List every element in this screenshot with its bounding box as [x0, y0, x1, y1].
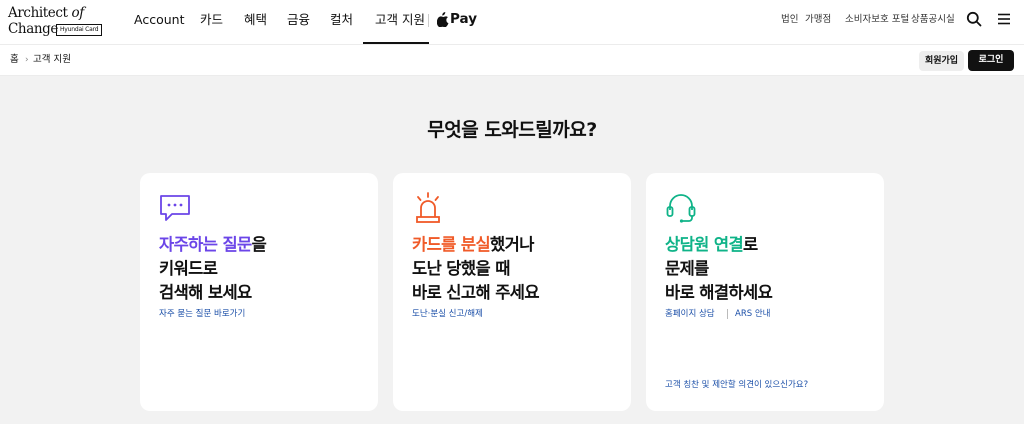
faq-card-line3: 검색해 보세요 — [159, 283, 252, 302]
lost-card-line3: 바로 신고해 주세요 — [412, 283, 540, 302]
apple-icon[interactable] — [437, 12, 449, 27]
logo-text-change: Change — [8, 21, 58, 37]
nav-divider — [428, 14, 429, 27]
faq-card-heading: 자주하는 질문을 키워드로 검색해 보세요 — [159, 233, 267, 305]
siren-icon — [416, 192, 440, 223]
faq-card-line1-rest: 을 — [251, 235, 267, 254]
faq-card-highlight: 자주하는 질문 — [159, 235, 252, 254]
util-corporate[interactable]: 법인 — [781, 14, 798, 26]
nav-card[interactable]: 카드 — [200, 12, 223, 28]
faq-link[interactable]: 자주 묻는 질문 바로가기 — [159, 309, 245, 320]
nav-customer-support[interactable]: 고객 지원 — [375, 12, 425, 28]
nav-finance[interactable]: 금융 — [287, 12, 310, 28]
breadcrumb-current: 고객 지원 — [33, 54, 71, 65]
util-merchant[interactable]: 가맹점 — [805, 14, 831, 26]
logo[interactable]: Architect of Change Hyundai Card — [8, 5, 108, 39]
util-consumer-portal[interactable]: 소비자보호 포털 — [845, 14, 909, 26]
menu-icon[interactable] — [996, 11, 1012, 27]
login-button[interactable]: 로그인 — [968, 50, 1014, 71]
breadcrumb-separator: › — [25, 55, 29, 65]
consultant-card[interactable]: 상담원 연결로 문제를 바로 해결하세요 홈페이지 상담 ARS 안내 고객 칭… — [646, 173, 884, 411]
consultant-card-line1-rest: 로 — [743, 235, 758, 254]
lost-card-line2: 도난 당했을 때 — [412, 259, 510, 278]
lost-card-report-link[interactable]: 도난·분실 신고/해제 — [412, 309, 483, 320]
breadcrumb: 홈 › 고객 지원 회원가입 로그인 — [0, 44, 1024, 76]
page-title: 무엇을 도와드릴까요? — [427, 119, 597, 141]
breadcrumb-home[interactable]: 홈 — [10, 54, 19, 66]
search-icon[interactable] — [966, 11, 982, 27]
nav-benefit[interactable]: 혜택 — [244, 12, 267, 28]
lost-card-heading: 카드를 분실했거나 도난 당했을 때 바로 신고해 주세요 — [412, 233, 540, 305]
ars-guide-link[interactable]: ARS 안내 — [735, 309, 770, 320]
feedback-link[interactable]: 고객 칭찬 및 제안할 의견이 있으신가요? — [665, 380, 808, 391]
global-header: Architect of Change Hyundai Card Account… — [0, 0, 1024, 44]
consultant-card-line2: 문제를 — [665, 259, 709, 278]
lost-card-highlight: 카드를 분실 — [412, 235, 491, 254]
nav-account[interactable]: Account — [134, 12, 184, 28]
web-consult-link[interactable]: 홈페이지 상담 — [665, 309, 715, 320]
faq-card-line2: 키워드로 — [159, 259, 218, 278]
logo-badge: Hyundai Card — [56, 24, 103, 36]
link-divider — [727, 309, 728, 319]
headset-icon — [666, 194, 696, 223]
lost-card-card[interactable]: 카드를 분실했거나 도난 당했을 때 바로 신고해 주세요 도난·분실 신고/해… — [393, 173, 631, 411]
consultant-card-line3: 바로 해결하세요 — [665, 283, 773, 302]
logo-text-of: of — [71, 5, 84, 21]
util-product-disclosure[interactable]: 상품공시실 — [911, 14, 955, 26]
consultant-card-heading: 상담원 연결로 문제를 바로 해결하세요 — [665, 233, 773, 305]
chat-bubble-icon — [160, 195, 190, 221]
nav-culture[interactable]: 컬처 — [330, 12, 353, 28]
consultant-card-highlight: 상담원 연결 — [665, 235, 744, 254]
apple-pay-label[interactable]: Pay — [450, 11, 477, 28]
lost-card-line1-rest: 했거나 — [490, 235, 534, 254]
join-button[interactable]: 회원가입 — [919, 51, 964, 71]
logo-text-architect: Architect — [8, 5, 72, 21]
faq-card[interactable]: 자주하는 질문을 키워드로 검색해 보세요 자주 묻는 질문 바로가기 — [140, 173, 378, 411]
